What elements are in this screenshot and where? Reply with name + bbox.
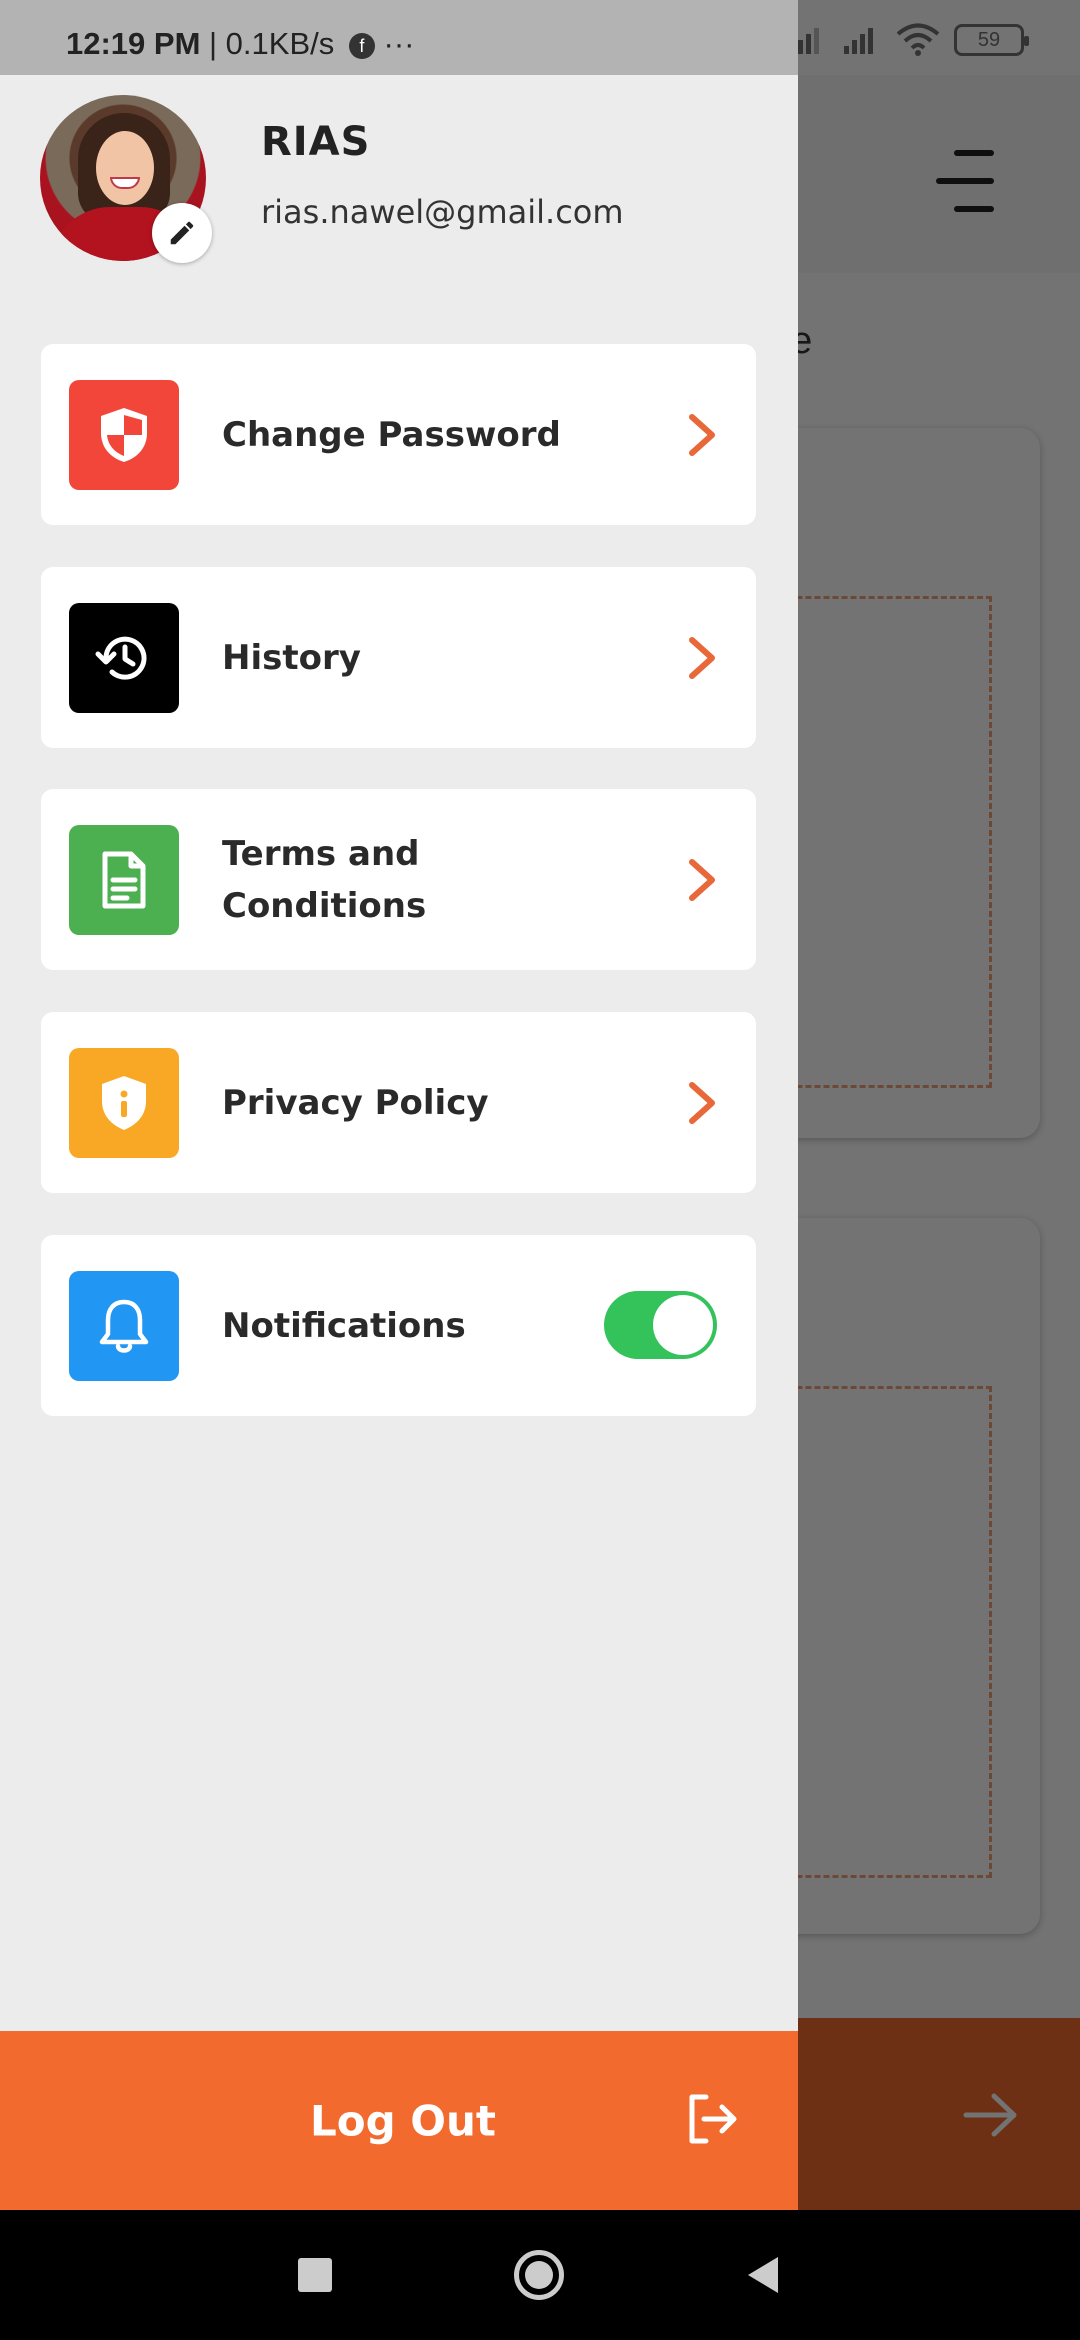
drawer-status-bar: 12:19 PM | 0.1KB/s f ··· xyxy=(0,0,798,75)
terms-icon-box xyxy=(69,825,179,935)
history-icon-box xyxy=(69,603,179,713)
status-time: 12:19 PM | 0.1KB/s f ··· xyxy=(66,26,414,62)
notifications-icon-box xyxy=(69,1271,179,1381)
menu-item-notifications: Notifications xyxy=(41,1235,756,1416)
menu-item-privacy-policy[interactable]: Privacy Policy xyxy=(41,1012,756,1193)
chevron-right-icon xyxy=(689,413,715,456)
profile-email: rias.nawel@gmail.com xyxy=(261,193,624,231)
edit-avatar-button[interactable] xyxy=(152,203,212,263)
history-icon xyxy=(95,636,147,680)
menu-item-label: Privacy Policy xyxy=(222,1082,489,1123)
status-icons: 59 xyxy=(788,22,1029,58)
logout-icon xyxy=(689,2094,737,2144)
logout-button[interactable]: Log Out xyxy=(0,2031,798,2210)
menu-item-label: Notifications xyxy=(222,1305,466,1346)
network-speed: | 0.1KB/s xyxy=(200,26,335,61)
pencil-icon xyxy=(170,221,194,245)
clock: 12:19 PM xyxy=(66,26,201,61)
privacy-shield-icon xyxy=(102,1076,146,1130)
recents-button[interactable] xyxy=(298,2258,332,2292)
logout-label: Log Out xyxy=(310,2096,496,2145)
chevron-right-icon xyxy=(689,636,715,679)
menu-item-change-password[interactable]: Change Password xyxy=(41,344,756,525)
change-password-icon-box xyxy=(69,380,179,490)
profile-header: RIAS rias.nawel@gmail.com xyxy=(40,95,780,265)
wifi-icon xyxy=(896,23,940,56)
back-button[interactable] xyxy=(742,2253,782,2297)
menu-item-terms[interactable]: Terms and Conditions xyxy=(41,789,756,970)
chevron-right-icon xyxy=(689,858,715,901)
signal-icon xyxy=(844,28,873,54)
chevron-right-icon xyxy=(689,1081,715,1124)
system-nav-bar xyxy=(0,2210,1080,2340)
menu-item-history[interactable]: History xyxy=(41,567,756,748)
bell-icon xyxy=(99,1299,149,1353)
menu-item-label: Change Password xyxy=(222,414,561,455)
notifications-toggle[interactable] xyxy=(604,1291,717,1359)
document-icon xyxy=(102,851,146,909)
menu-item-label: Terms and Conditions xyxy=(222,833,427,926)
app-notification-icon: f xyxy=(348,32,375,59)
profile-name: RIAS xyxy=(261,119,371,165)
toggle-knob xyxy=(653,1295,713,1355)
shield-icon xyxy=(101,408,147,462)
navigation-drawer: 12:19 PM | 0.1KB/s f ··· RIAS rias.nawel… xyxy=(0,0,798,2210)
more-status-icon: ··· xyxy=(383,26,415,61)
battery-indicator: 59 xyxy=(954,24,1029,56)
menu-item-label: History xyxy=(222,637,361,678)
privacy-icon-box xyxy=(69,1048,179,1158)
home-button[interactable] xyxy=(514,2250,564,2300)
